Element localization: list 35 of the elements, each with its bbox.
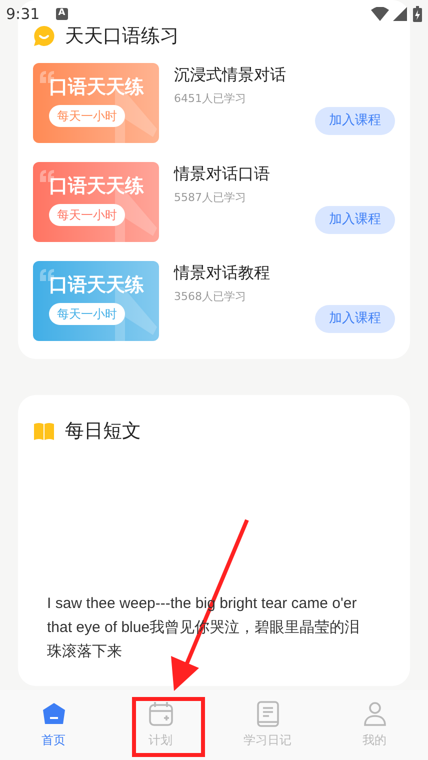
chat-smile-icon xyxy=(33,25,55,48)
join-course-button[interactable]: 加入课程 xyxy=(315,305,395,332)
nav-tab[interactable]: 学习日记 xyxy=(214,690,321,760)
notification-icon: A xyxy=(56,8,68,20)
course-banner[interactable]: 口语天天练 每天一小时 xyxy=(33,162,159,242)
open-book-icon xyxy=(33,422,55,440)
banner-title: 口语天天练 xyxy=(49,78,145,97)
section-title: 天天口语练习 xyxy=(65,24,179,49)
course-title[interactable]: 情景对话教程 xyxy=(174,262,395,282)
banner-title: 口语天天练 xyxy=(49,276,145,295)
nav-tab[interactable]: 计划 xyxy=(107,690,214,760)
learner-count: 6451人已学习 xyxy=(174,90,247,106)
learner-count: 5587人已学习 xyxy=(174,190,247,206)
nav-tab[interactable]: 我的 xyxy=(321,690,428,760)
learner-count: 3568人已学习 xyxy=(174,288,247,304)
daily-title: 每日短文 xyxy=(65,418,141,444)
nav-tab[interactable]: 首页 xyxy=(0,690,107,760)
banner-tag: 每天一小时 xyxy=(49,204,125,226)
status-time: 9:31 xyxy=(6,4,40,25)
banner-title: 口语天天练 xyxy=(49,177,145,196)
book-icon xyxy=(256,701,280,727)
signal-icon xyxy=(393,7,407,21)
course-title[interactable]: 沉浸式情景对话 xyxy=(174,64,395,84)
banner-tag: 每天一小时 xyxy=(49,303,125,325)
person-icon xyxy=(362,701,386,727)
calendar-plus-icon xyxy=(148,701,174,727)
course-banner[interactable]: 口语天天练 每天一小时 xyxy=(33,62,159,142)
join-course-button[interactable]: 加入课程 xyxy=(315,206,395,234)
battery-icon xyxy=(413,6,422,22)
home-icon xyxy=(40,701,66,727)
banner-tag: 每天一小时 xyxy=(49,105,125,127)
wifi-icon xyxy=(371,7,389,21)
course-title[interactable]: 情景对话口语 xyxy=(174,164,395,184)
join-course-button[interactable]: 加入课程 xyxy=(315,107,395,134)
course-banner[interactable]: 口语天天练 每天一小时 xyxy=(33,260,159,340)
